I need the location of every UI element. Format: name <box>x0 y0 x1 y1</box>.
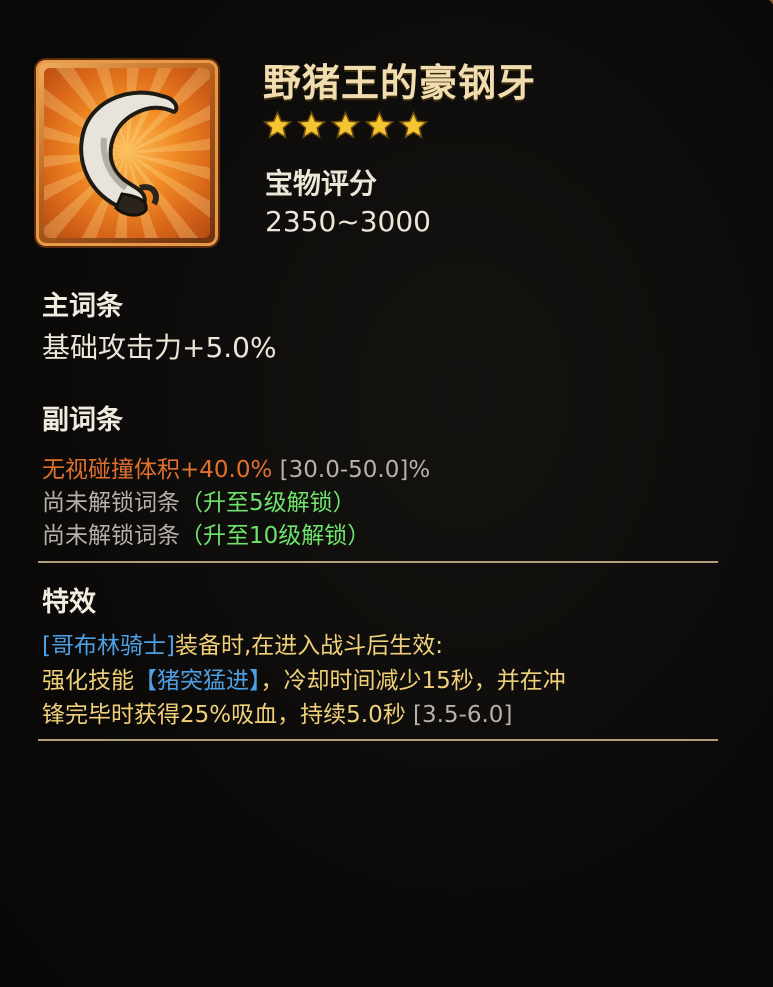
effect-text: 装备时,在进入战斗后生效: <box>174 633 444 659</box>
score-label: 宝物评分 <box>265 167 378 200</box>
divider <box>38 561 718 563</box>
effect-text: 锋完毕时获得25%吸血，持续5.0秒 <box>42 702 406 728</box>
star-icon <box>330 110 361 139</box>
sub-attr-line: 尚未解锁词条（升至5级解锁） <box>42 483 356 517</box>
main-attr-stat: 基础攻击力+5.0% <box>42 331 277 364</box>
boar-fang-icon <box>79 90 179 217</box>
effect-line: [哥布林骑士]装备时,在进入战斗后生效: <box>42 626 443 660</box>
locked-attr-text: 尚未解锁词条 <box>42 523 180 549</box>
sub-attr-line: 尚未解锁词条（升至10级解锁） <box>42 516 370 550</box>
sub-attr-title: 副词条 <box>42 405 123 436</box>
locked-attr-text: 尚未解锁词条 <box>42 490 180 516</box>
divider <box>38 739 718 741</box>
score-value: 2350~3000 <box>265 205 431 238</box>
skill-name: 【猪突猛进】 <box>134 668 261 694</box>
sub-attr-line: 无视碰撞体积+40.0% [30.0-50.0]% <box>42 450 430 484</box>
effect-line: 锋完毕时获得25%吸血，持续5.0秒 [3.5-6.0] <box>42 695 512 729</box>
effect-title: 特效 <box>42 587 96 618</box>
item-detail-panel: 野猪王的豪钢牙 宝物评分 2350~3000 主词条 基础攻击力+5.0% 副词… <box>0 0 773 987</box>
item-name: 野猪王的豪钢牙 <box>263 61 537 105</box>
unlock-hint: （升至5级解锁） <box>180 490 356 516</box>
hero-tag: [哥布林骑士] <box>42 633 175 659</box>
main-attr-title: 主词条 <box>42 291 123 322</box>
star-icon <box>364 110 395 139</box>
effect-text: 强化技能 <box>42 668 134 694</box>
unlock-hint: （升至10级解锁） <box>180 523 371 549</box>
sub-attr-range: [30.0-50.0]% <box>272 457 431 483</box>
item-icon-background <box>44 68 210 238</box>
sub-attr-text: 无视碰撞体积+40.0% <box>42 457 273 483</box>
star-rating <box>262 110 429 141</box>
star-icon <box>296 110 327 139</box>
effect-text: ，冷却时间减少15秒，并在冲 <box>260 668 566 694</box>
item-icon-frame[interactable] <box>36 60 218 246</box>
effect-line: 强化技能【猪突猛进】，冷却时间减少15秒，并在冲 <box>42 661 566 695</box>
effect-range: [3.5-6.0] <box>405 702 513 728</box>
star-icon <box>262 110 293 139</box>
star-icon <box>398 110 429 139</box>
